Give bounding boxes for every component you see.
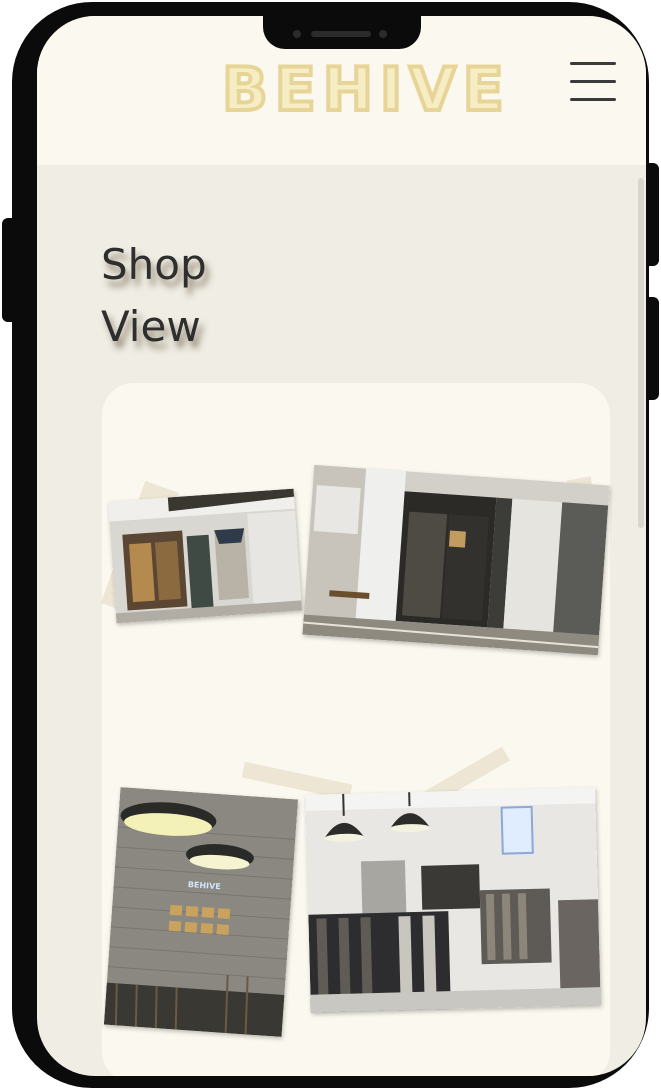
section-title-line2: View [101, 302, 201, 351]
phone-screen: BEHIVE Shop View BEHIVE [37, 16, 646, 1076]
racks-photo[interactable] [305, 787, 601, 1013]
phone-frame: BEHIVE Shop View BEHIVE [12, 2, 649, 1088]
interior-photo[interactable]: BEHIVE [103, 787, 299, 1037]
gallery-card: BEHIVE [100, 383, 610, 1076]
storefront-photo[interactable] [107, 488, 303, 624]
brand-logo[interactable]: BEHIVE [220, 50, 506, 130]
section-title-line1: Shop [101, 240, 207, 289]
camera-dot-left [293, 30, 301, 38]
camera-dot-right [379, 30, 387, 38]
entrance-photo[interactable] [302, 464, 610, 656]
hamburger-menu-icon[interactable] [566, 58, 620, 106]
speaker-grille [311, 31, 371, 37]
section-title: Shop View [101, 234, 261, 358]
scrollbar[interactable] [638, 178, 644, 528]
